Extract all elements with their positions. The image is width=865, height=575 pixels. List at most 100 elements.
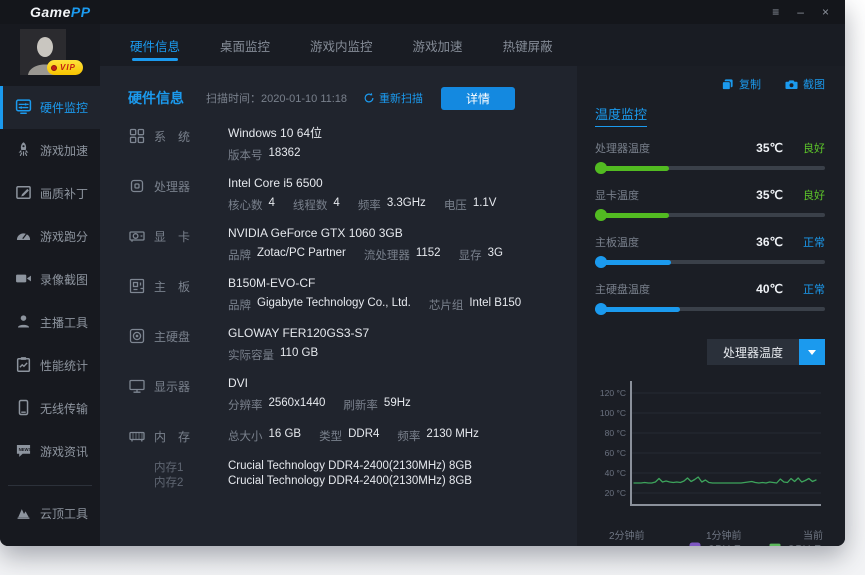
chevron-down-icon[interactable] [799, 339, 825, 365]
cpu-z-button[interactable]: Z CPU-Z [689, 542, 741, 546]
temperature-status-badge: 良好 [803, 190, 825, 202]
gpuz-icon [769, 542, 781, 546]
svg-text:NEWS: NEWS [19, 447, 32, 452]
svg-text:Z: Z [693, 544, 698, 546]
spec-value: 4 [333, 197, 340, 209]
panel-actions: 复制 截图 [595, 76, 825, 92]
spec-key: 刷新率 [343, 400, 378, 412]
spec-pair: 显存 3G [459, 247, 503, 263]
close-icon[interactable]: × [822, 6, 829, 18]
spec-key: 实际容量 [228, 350, 274, 362]
spec-value: 2130 MHz [426, 428, 479, 440]
slider-knob-icon[interactable] [595, 303, 607, 315]
chart-x-label: 2分钟前 [609, 531, 645, 542]
sidebar-item-label: 游戏跑分 [40, 230, 89, 244]
sidebar-item-label: 主播工具 [40, 316, 89, 330]
selector-value: 处理器温度 [706, 339, 799, 365]
sidebar-item-cloud-tools[interactable]: 云顶工具 [0, 492, 100, 535]
hw-row: 内 存 总大小 16 GB 类型 DDR4 频率 2130 MHz [128, 426, 571, 450]
hw-row: 系 统 Windows 10 64位 版本号 18362 [128, 126, 571, 163]
hw-row-label: 主 板 [154, 280, 191, 294]
screenshot-label: 截图 [803, 79, 825, 91]
sidebar-item-3[interactable]: 游戏跑分 [0, 215, 100, 258]
sidebar-item-6[interactable]: 性能统计 [0, 344, 100, 387]
tab-3[interactable]: 游戏加速 [413, 24, 463, 66]
hw-row-title: DVI [228, 376, 249, 390]
logo-pp: PP [70, 4, 91, 20]
hardware-list: 系 统 Windows 10 64位 版本号 18362 处理器 Intel Core i… [128, 126, 571, 493]
sidebar-item-0[interactable]: 硬件监控 [0, 86, 100, 129]
rescan-button[interactable]: 重新扫描 [363, 90, 423, 106]
panel-footer: Z CPU-Z GPU-Z [595, 542, 825, 546]
hw-row-specs: 核心数 4 线程数 4 频率 3.3GHz 电压 1.1V [228, 197, 571, 213]
spec-value: Intel B150 [469, 297, 522, 309]
temperature-value: 35℃ [756, 141, 783, 155]
hw-sub-value: Crucial Technology DDR4-2400(2130MHz) 8G… [228, 475, 472, 487]
temperature-status-badge: 良好 [803, 143, 825, 155]
slider-fill [595, 306, 681, 312]
tab-0[interactable]: 硬件信息 [130, 24, 180, 66]
copy-button[interactable]: 复制 [721, 76, 761, 92]
temperature-slider[interactable] [595, 256, 825, 268]
spec-pair: 实际容量 110 GB [228, 347, 318, 363]
spec-pair: 品牌 Gigabyte Technology Co., Ltd. [228, 297, 411, 313]
spec-pair: 总大小 16 GB [228, 428, 301, 444]
hw-row-title: Windows 10 64位 [228, 126, 323, 140]
spec-pair: 频率 3.3GHz [358, 197, 426, 213]
spec-pair: 品牌 Zotac/PC Partner [228, 247, 346, 263]
spec-key: 电压 [443, 200, 467, 212]
chart-metric-selector[interactable]: 处理器温度 [706, 339, 825, 365]
window-controls: ≡ – × [772, 6, 829, 18]
details-button[interactable]: 详情 [441, 86, 516, 110]
temperature-monitor-title[interactable]: 温度监控 [595, 104, 648, 127]
gpu-z-button[interactable]: GPU-Z [769, 542, 821, 546]
sidebar-item-8[interactable]: NEWS 游戏资讯 [0, 430, 100, 473]
scan-time: 扫描时间：2020-01-10 11:18 [206, 93, 348, 105]
hw-row-specs: 版本号 18362 [228, 147, 571, 163]
screenshot-button[interactable]: 截图 [785, 76, 825, 92]
copy-icon [721, 78, 733, 90]
hw-row-values: 总大小 16 GB 类型 DDR4 频率 2130 MHz [228, 426, 571, 450]
sidebar-item-7[interactable]: 无线传输 [0, 387, 100, 430]
minimize-icon[interactable]: – [797, 6, 804, 18]
temperature-value: 35℃ [756, 188, 783, 202]
temperature-slider[interactable] [595, 162, 825, 174]
temperature-slider[interactable] [595, 209, 825, 221]
sidebar-item-label: 无线传输 [40, 402, 89, 416]
sidebar-item-label: 游戏资讯 [40, 445, 89, 459]
menu-icon[interactable]: ≡ [772, 6, 779, 18]
sidebar-item-label: 硬件监控 [40, 101, 89, 115]
temperature-panel: 复制 截图 温度监控 处理器温度 35℃ 良好 显卡温度 35℃ 良好 主板温度 36℃ 正常主… [577, 66, 845, 546]
spec-value: 1.1V [472, 197, 497, 209]
sidebar-item-5[interactable]: 主播工具 [0, 301, 100, 344]
slider-knob-icon[interactable] [595, 256, 607, 268]
tab-1[interactable]: 桌面监控 [220, 24, 270, 66]
vip-label: VIP [60, 63, 76, 72]
temperature-list: 处理器温度 35℃ 良好 显卡温度 35℃ 良好 主板温度 36℃ 正常 主硬盘温度 40℃ 正常 [595, 127, 825, 315]
tab-4[interactable]: 热键屏蔽 [503, 24, 553, 66]
hw-row-label: 显示器 [154, 380, 191, 394]
sidebar-item-1[interactable]: 游戏加速 [0, 129, 100, 172]
slider-knob-icon[interactable] [595, 209, 607, 221]
temperature-line-chart: 20 °C 40 °C 60 °C 80 °C 100 °C 120 °C [600, 381, 821, 506]
sidebar-item-4[interactable]: 录像截图 [0, 258, 100, 301]
temperature-label: 显卡温度 [595, 190, 639, 202]
temperature-slider[interactable] [595, 303, 825, 315]
spec-key: 品牌 [228, 300, 251, 312]
spec-pair: 类型 DDR4 [319, 428, 379, 444]
sidebar-item-label: 云顶工具 [40, 507, 89, 521]
sidebar-item-label: 录像截图 [40, 273, 89, 287]
main-area: 硬件信息 桌面监控 游戏内监控 游戏加速 热键屏蔽 硬件信息 扫描时间：2020-01-… [100, 24, 845, 546]
temperature-item: 主板温度 36℃ 正常 [595, 234, 825, 268]
title-bar: GamePP ≡ – × [0, 0, 845, 24]
hw-row-label: 显 卡 [154, 230, 191, 244]
sidebar-item-label: 画质补丁 [40, 187, 89, 201]
temperature-item: 显卡温度 35℃ 良好 [595, 187, 825, 221]
slider-knob-icon[interactable] [595, 162, 607, 174]
cpuz-icon: Z [689, 542, 701, 546]
sidebar-item-label: 游戏加速 [40, 144, 89, 158]
sidebar-item-2[interactable]: 画质补丁 [0, 172, 100, 215]
tab-2[interactable]: 游戏内监控 [310, 24, 373, 66]
hw-row-title: B150M-EVO-CF [228, 276, 316, 290]
temperature-label: 主板温度 [595, 237, 639, 249]
